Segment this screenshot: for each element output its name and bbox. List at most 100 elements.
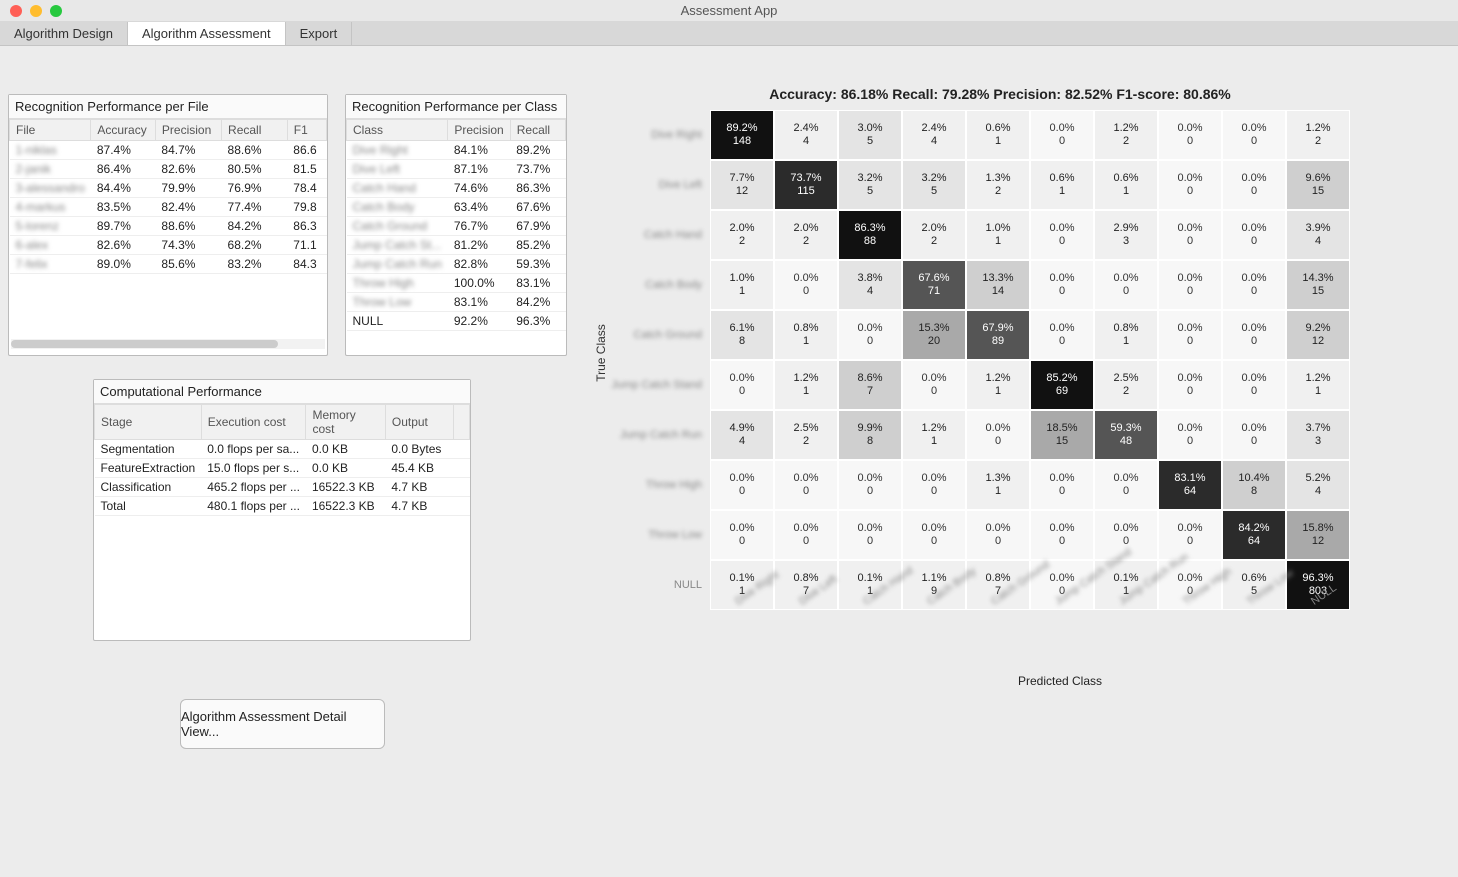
table-row[interactable]: Dive Right84.1%89.2% — [347, 141, 566, 160]
column-header[interactable]: Recall — [510, 120, 565, 141]
file-table-scrollbar[interactable] — [11, 339, 325, 349]
column-header[interactable]: Output — [385, 405, 453, 440]
cm-cell: 0.0%0 — [774, 460, 838, 510]
cm-summary: Accuracy: 86.18% Recall: 79.28% Precisio… — [590, 86, 1410, 102]
table-row[interactable]: 1-niklas87.4%84.7%88.6%86.6 — [10, 141, 327, 160]
cm-cell: 89.2%148 — [710, 110, 774, 160]
column-header[interactable]: Execution cost — [201, 405, 306, 440]
cm-cell: 0.0%0 — [1222, 160, 1286, 210]
cm-cell: 1.2%1 — [1286, 360, 1350, 410]
table-row[interactable]: Dive Left87.1%73.7% — [347, 160, 566, 179]
table-row[interactable]: NULL92.2%96.3% — [347, 312, 566, 331]
cm-cell: 83.1%64 — [1158, 460, 1222, 510]
table-row[interactable]: Segmentation0.0 flops per sa...0.0 KB0.0… — [95, 440, 470, 459]
column-header[interactable]: Accuracy — [91, 120, 156, 141]
cm-cell: 1.2%1 — [902, 410, 966, 460]
file-performance-table: FileAccuracyPrecisionRecallF1 1-niklas87… — [9, 119, 327, 274]
cm-cell: 3.9%4 — [1286, 210, 1350, 260]
cm-cell: 0.0%0 — [966, 510, 1030, 560]
class-panel-title: Recognition Performance per Class — [346, 95, 566, 119]
cm-cell: 1.2%1 — [966, 360, 1030, 410]
cm-cell: 6.1%8 — [710, 310, 774, 360]
cm-cell: 0.0%0 — [774, 260, 838, 310]
cm-cell: 85.2%69 — [1030, 360, 1094, 410]
table-row[interactable]: Catch Ground76.7%67.9% — [347, 217, 566, 236]
cm-cell: 67.9%89 — [966, 310, 1030, 360]
file-performance-panel: Recognition Performance per File FileAcc… — [8, 94, 328, 356]
cm-cell: 0.8%1 — [774, 310, 838, 360]
table-row[interactable]: 6-alex82.6%74.3%68.2%71.1 — [10, 236, 327, 255]
cm-cell: 0.0%0 — [1158, 260, 1222, 310]
cm-cell: 86.3%88 — [838, 210, 902, 260]
cm-cell: 5.2%4 — [1286, 460, 1350, 510]
tab-export[interactable]: Export — [286, 22, 353, 45]
cm-cell: 3.2%5 — [902, 160, 966, 210]
cm-cell: 9.6%15 — [1286, 160, 1350, 210]
cm-row-label: Jump Catch Run — [590, 410, 710, 460]
cm-cell: 59.3%48 — [1094, 410, 1158, 460]
detail-view-button[interactable]: Algorithm Assessment Detail View... — [180, 699, 385, 749]
cm-cell: 1.0%1 — [710, 260, 774, 310]
table-row[interactable]: 4-markus83.5%82.4%77.4%79.8 — [10, 198, 327, 217]
table-row[interactable]: Catch Hand74.6%86.3% — [347, 179, 566, 198]
cm-cell: 1.3%1 — [966, 460, 1030, 510]
cm-cell: 0.0%0 — [1094, 260, 1158, 310]
table-row[interactable]: Classification465.2 flops per ...16522.3… — [95, 478, 470, 497]
cm-cell: 0.0%0 — [1222, 410, 1286, 460]
table-row[interactable]: 5-lorenz89.7%88.6%84.2%86.3 — [10, 217, 327, 236]
table-row[interactable]: Total480.1 flops per ...16522.3 KB4.7 KB — [95, 497, 470, 516]
cm-cell: 0.0%0 — [1094, 460, 1158, 510]
column-header[interactable]: Precision — [448, 120, 510, 141]
cm-cell: 3.7%3 — [1286, 410, 1350, 460]
column-header[interactable]: Class — [347, 120, 448, 141]
comp-panel-title: Computational Performance — [94, 380, 470, 404]
table-row[interactable]: FeatureExtraction15.0 flops per s...0.0 … — [95, 459, 470, 478]
cm-cell: 0.0%0 — [838, 310, 902, 360]
column-header[interactable]: F1 — [287, 120, 326, 141]
column-header[interactable]: File — [10, 120, 91, 141]
class-performance-table: ClassPrecisionRecall Dive Right84.1%89.2… — [346, 119, 566, 331]
column-header[interactable]: Precision — [155, 120, 221, 141]
cm-cell: 2.4%4 — [774, 110, 838, 160]
table-row[interactable]: 2-janik86.4%82.6%80.5%81.5 — [10, 160, 327, 179]
cm-cell: 10.4%8 — [1222, 460, 1286, 510]
cm-cell: 0.6%1 — [966, 110, 1030, 160]
cm-cell: 0.0%0 — [774, 510, 838, 560]
cm-x-axis-label: Predicted Class — [590, 674, 1410, 688]
cm-cell: 0.0%0 — [1158, 210, 1222, 260]
cm-cell: 2.5%2 — [1094, 360, 1158, 410]
cm-cell: 2.0%2 — [902, 210, 966, 260]
cm-cell: 0.0%0 — [902, 460, 966, 510]
cm-cell: 0.0%0 — [1030, 210, 1094, 260]
column-header[interactable]: Stage — [95, 405, 202, 440]
cm-cell: 3.0%5 — [838, 110, 902, 160]
cm-cell: 1.2%2 — [1286, 110, 1350, 160]
column-header[interactable]: Memory cost — [306, 405, 385, 440]
table-row[interactable]: Catch Body63.4%67.6% — [347, 198, 566, 217]
cm-cell: 9.2%12 — [1286, 310, 1350, 360]
cm-cell: 7.7%12 — [710, 160, 774, 210]
cm-cell: 0.0%0 — [1030, 110, 1094, 160]
computational-performance-table: StageExecution costMemory costOutput Seg… — [94, 404, 470, 516]
tab-algorithm-design[interactable]: Algorithm Design — [0, 22, 128, 45]
column-header[interactable]: Recall — [222, 120, 288, 141]
table-row[interactable]: Jump Catch Run82.8%59.3% — [347, 255, 566, 274]
table-row[interactable]: 7-felix89.0%85.6%83.2%84.3 — [10, 255, 327, 274]
cm-cell: 4.9%4 — [710, 410, 774, 460]
table-row[interactable]: Jump Catch St...81.2%85.2% — [347, 236, 566, 255]
table-row[interactable]: 3-alessandro84.4%79.9%76.9%78.4 — [10, 179, 327, 198]
cm-cell: 0.0%0 — [902, 510, 966, 560]
cm-cell: 0.0%0 — [1158, 110, 1222, 160]
cm-cell: 0.0%0 — [1222, 360, 1286, 410]
cm-row-label: Throw Low — [590, 510, 710, 560]
tab-algorithm-assessment[interactable]: Algorithm Assessment — [128, 22, 286, 45]
cm-row-label: Catch Hand — [590, 210, 710, 260]
cm-row-label: Catch Body — [590, 260, 710, 310]
table-row[interactable]: Throw High100.0%83.1% — [347, 274, 566, 293]
cm-cell: 2.0%2 — [774, 210, 838, 260]
table-row[interactable]: Throw Low83.1%84.2% — [347, 293, 566, 312]
cm-cell: 0.0%0 — [1158, 360, 1222, 410]
cm-cell: 0.0%0 — [1030, 460, 1094, 510]
cm-cell: 0.0%0 — [838, 510, 902, 560]
cm-cell: 2.4%4 — [902, 110, 966, 160]
